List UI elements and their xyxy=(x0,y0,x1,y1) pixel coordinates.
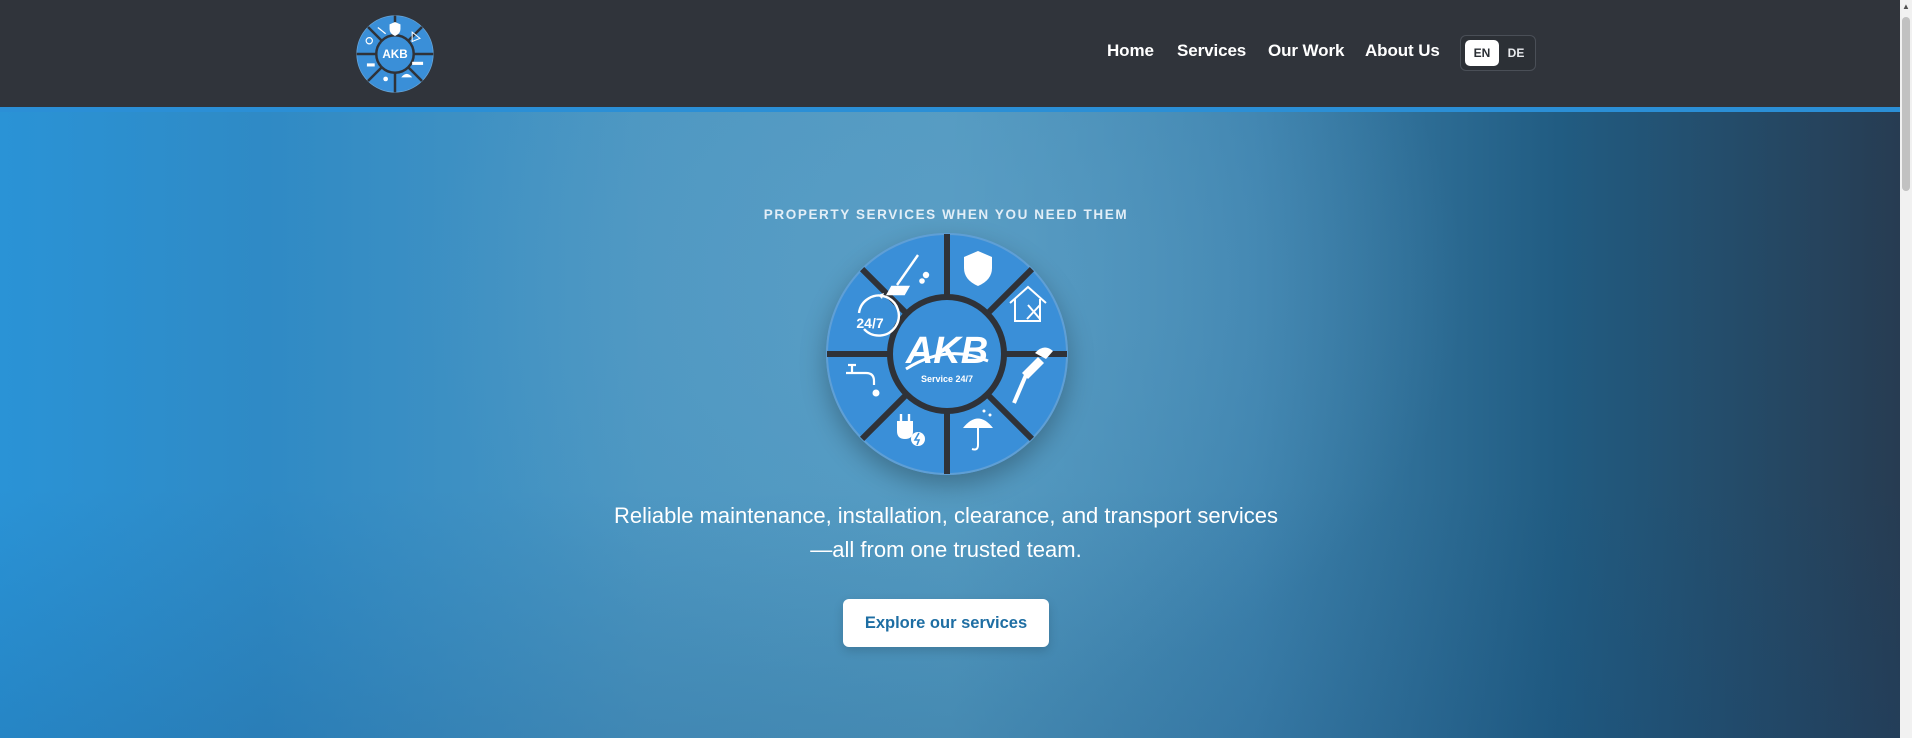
site-header: AKB Home Services Our Work About Us EN D… xyxy=(0,0,1900,107)
hero-subtitle: Reliable maintenance, installation, clea… xyxy=(0,499,1892,567)
nav-our-work[interactable]: Our Work xyxy=(1268,41,1344,61)
logo-wheel-icon: AKB xyxy=(356,15,434,93)
lang-de-button[interactable]: DE xyxy=(1499,40,1533,66)
lang-en-button[interactable]: EN xyxy=(1465,40,1499,66)
site-logo[interactable]: AKB xyxy=(356,15,434,93)
nav-home[interactable]: Home xyxy=(1107,41,1154,61)
service-wheel-icon: AKB Service 24/7 24/7 xyxy=(826,233,1068,475)
page-scrollbar[interactable]: ▲ xyxy=(1900,0,1912,738)
scroll-up-arrow-icon[interactable]: ▲ xyxy=(1900,0,1912,14)
svg-text:24/7: 24/7 xyxy=(856,315,883,331)
hero-subtitle-line-1: Reliable maintenance, installation, clea… xyxy=(613,503,1279,528)
hero-subtitle-line-2: —all from one trusted team. xyxy=(810,537,1082,562)
logo-caption: Service 24/7 xyxy=(921,374,973,384)
nav-services[interactable]: Services xyxy=(1177,41,1246,61)
language-switcher: EN DE xyxy=(1460,35,1536,71)
nav-about-us[interactable]: About Us xyxy=(1365,41,1440,61)
scroll-thumb[interactable] xyxy=(1902,17,1910,191)
hero-logo: AKB Service 24/7 24/7 xyxy=(826,233,1068,475)
hero-tagline: PROPERTY SERVICES WHEN YOU NEED THEM xyxy=(763,207,1129,222)
explore-services-button[interactable]: Explore our services xyxy=(843,599,1049,647)
logo-brand-text: AKB xyxy=(905,330,988,372)
svg-text:AKB: AKB xyxy=(382,48,407,61)
